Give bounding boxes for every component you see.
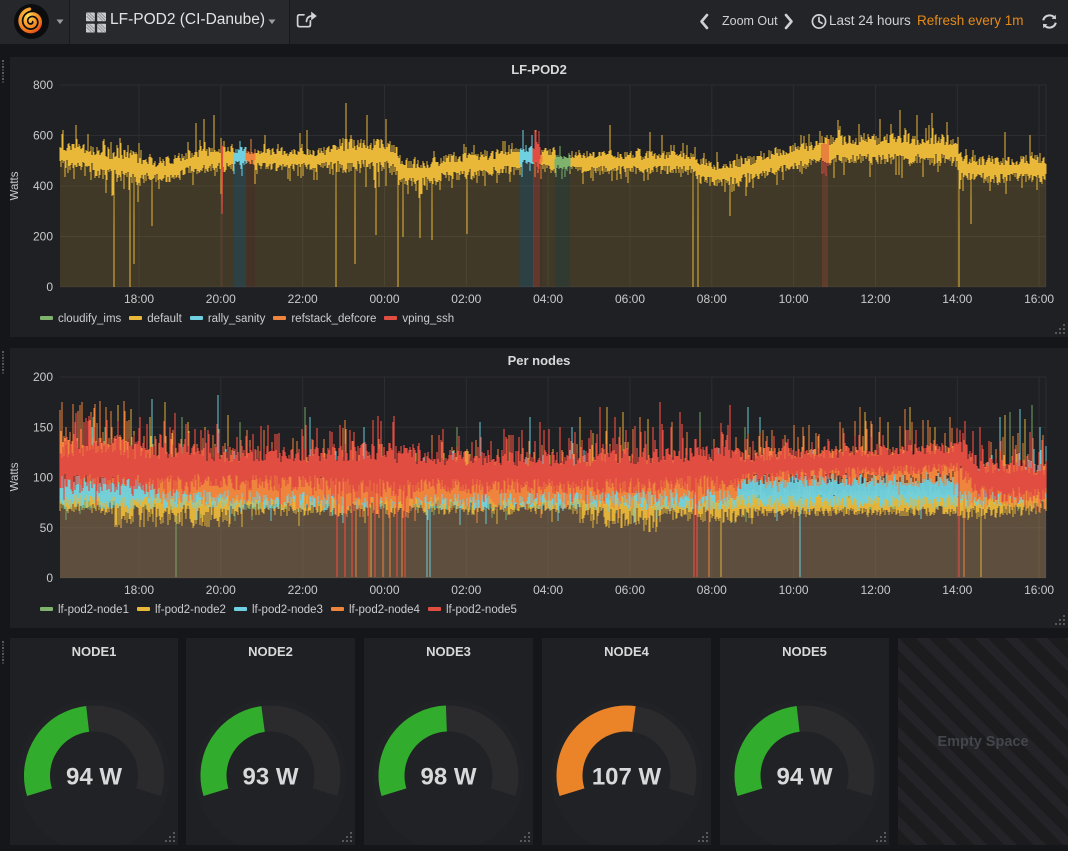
svg-text:20:00: 20:00 bbox=[206, 292, 236, 306]
svg-text:100: 100 bbox=[33, 471, 53, 485]
svg-text:22:00: 22:00 bbox=[288, 292, 318, 306]
svg-text:94 W: 94 W bbox=[776, 764, 832, 791]
svg-text:Watts: Watts bbox=[10, 462, 21, 491]
svg-text:0: 0 bbox=[46, 280, 53, 294]
svg-text:12:00: 12:00 bbox=[860, 583, 890, 597]
svg-text:16:00: 16:00 bbox=[1024, 583, 1054, 597]
svg-text:08:00: 08:00 bbox=[697, 583, 727, 597]
svg-text:12:00: 12:00 bbox=[860, 292, 890, 306]
svg-text:16:00: 16:00 bbox=[1024, 292, 1054, 306]
svg-text:18:00: 18:00 bbox=[124, 583, 154, 597]
svg-text:18:00: 18:00 bbox=[124, 292, 154, 306]
svg-text:200: 200 bbox=[33, 230, 53, 244]
svg-text:22:00: 22:00 bbox=[288, 583, 318, 597]
svg-text:00:00: 00:00 bbox=[369, 292, 399, 306]
svg-text:06:00: 06:00 bbox=[615, 292, 645, 306]
svg-text:0: 0 bbox=[46, 571, 53, 585]
svg-text:Watts: Watts bbox=[10, 171, 21, 200]
svg-text:02:00: 02:00 bbox=[451, 583, 481, 597]
svg-text:600: 600 bbox=[33, 129, 53, 143]
svg-text:200: 200 bbox=[33, 370, 53, 384]
svg-text:06:00: 06:00 bbox=[615, 583, 645, 597]
svg-text:94 W: 94 W bbox=[66, 764, 122, 791]
svg-text:10:00: 10:00 bbox=[779, 583, 809, 597]
svg-text:14:00: 14:00 bbox=[942, 583, 972, 597]
svg-text:20:00: 20:00 bbox=[206, 583, 236, 597]
svg-text:10:00: 10:00 bbox=[779, 292, 809, 306]
svg-text:107 W: 107 W bbox=[592, 764, 662, 791]
svg-text:50: 50 bbox=[40, 521, 54, 535]
svg-text:14:00: 14:00 bbox=[942, 292, 972, 306]
svg-text:04:00: 04:00 bbox=[533, 292, 563, 306]
svg-text:150: 150 bbox=[33, 420, 53, 434]
svg-text:800: 800 bbox=[33, 78, 53, 92]
svg-text:02:00: 02:00 bbox=[451, 292, 481, 306]
svg-text:98 W: 98 W bbox=[420, 764, 476, 791]
svg-text:400: 400 bbox=[33, 179, 53, 193]
svg-text:08:00: 08:00 bbox=[697, 292, 727, 306]
svg-text:93 W: 93 W bbox=[242, 764, 298, 791]
svg-text:04:00: 04:00 bbox=[533, 583, 563, 597]
svg-text:00:00: 00:00 bbox=[369, 583, 399, 597]
